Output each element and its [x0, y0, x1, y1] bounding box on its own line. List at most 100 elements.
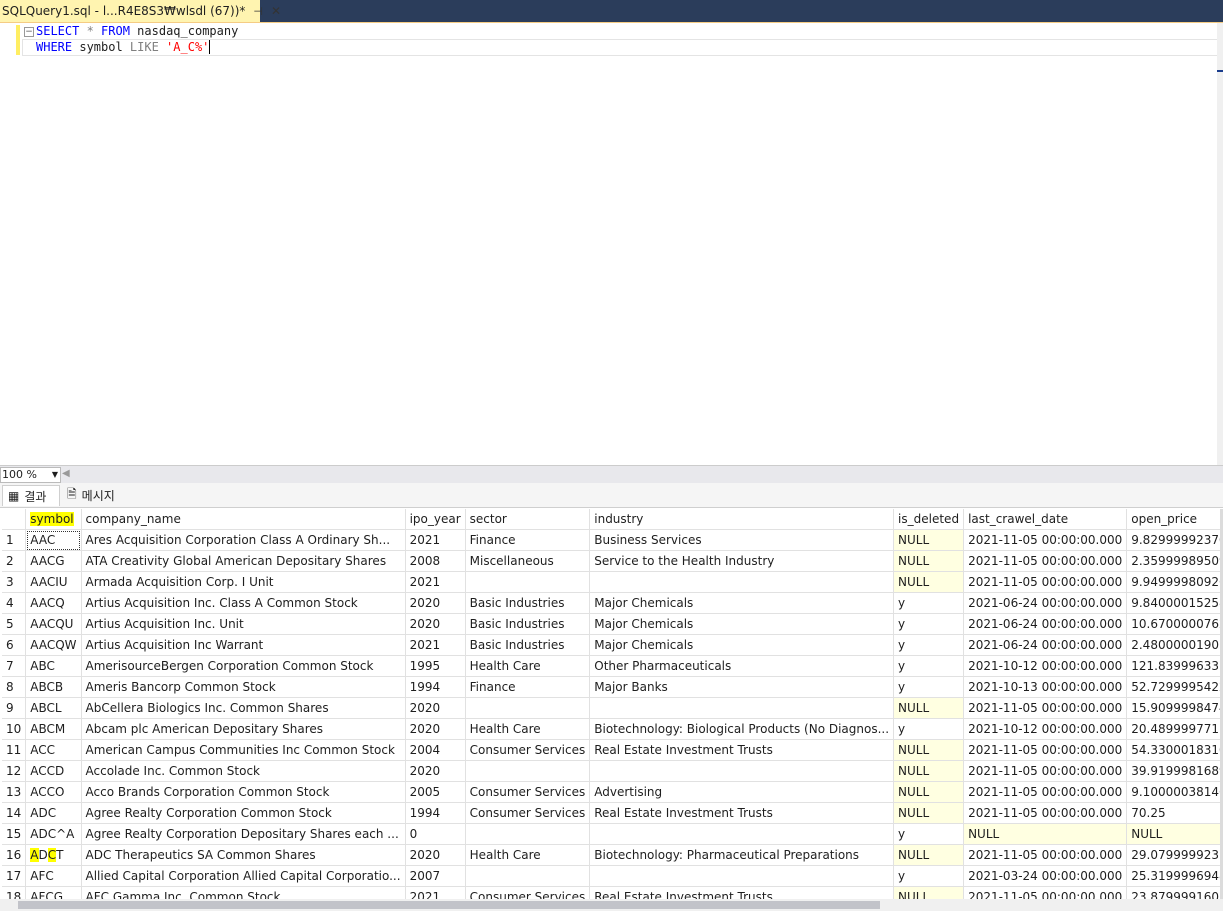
- grid-cell-rownum[interactable]: 18: [2, 886, 27, 899]
- grid-cell-company_name[interactable]: AFC Gamma Inc. Common Stock: [81, 886, 406, 899]
- grid-cell-rownum[interactable]: 16: [2, 844, 27, 866]
- grid-cell-industry[interactable]: Real Estate Investment Trusts: [589, 739, 895, 761]
- grid-cell-industry[interactable]: [589, 571, 895, 593]
- grid-cell-is_deleted[interactable]: NULL: [893, 802, 965, 824]
- grid-cell-industry[interactable]: Other Pharmaceuticals: [589, 655, 895, 677]
- table-row[interactable]: 2 AACG ATA Creativity Global American Depo…: [2, 550, 1220, 572]
- grid-cell-rownum[interactable]: 13: [2, 781, 27, 803]
- grid-cell-symbol[interactable]: ABCM: [25, 718, 82, 740]
- grid-cell-last_crawel_date[interactable]: 2021-11-05 00:00:00.000: [963, 739, 1128, 761]
- table-row[interactable]: 10 ABCM Abcam plc American Depositary Shar…: [2, 718, 1220, 740]
- grid-cell-last_crawel_date[interactable]: 2021-11-05 00:00:00.000: [963, 802, 1128, 824]
- grid-cell-open_price[interactable]: 52.7299995422363: [1126, 676, 1220, 698]
- table-row[interactable]: 6 AACQW Artius Acquisition Inc Warrant 2021…: [2, 634, 1220, 656]
- grid-cell-symbol[interactable]: ACCO: [25, 781, 82, 803]
- grid-cell-ipo_year[interactable]: 2021: [405, 886, 466, 899]
- grid-cell-ipo_year[interactable]: 2021: [405, 634, 466, 656]
- column-header-ipo_year[interactable]: ipo_year: [405, 509, 466, 530]
- grid-horizontal-scrollbar[interactable]: [0, 899, 1223, 911]
- grid-cell-last_crawel_date[interactable]: 2021-11-05 00:00:00.000: [963, 697, 1128, 719]
- grid-cell-symbol[interactable]: ABCB: [25, 676, 82, 698]
- column-header-industry[interactable]: industry: [589, 509, 895, 530]
- grid-cell-open_price[interactable]: 121.839996337891: [1126, 655, 1220, 677]
- grid-cell-last_crawel_date[interactable]: 2021-11-05 00:00:00.000: [963, 781, 1128, 803]
- grid-cell-open_price[interactable]: 23.8799991607666: [1126, 886, 1220, 899]
- grid-cell-rownum[interactable]: 17: [2, 865, 27, 887]
- grid-cell-company_name[interactable]: Artius Acquisition Inc. Unit: [81, 613, 406, 635]
- grid-cell-symbol[interactable]: AAC: [25, 529, 82, 551]
- scrollbar-thumb[interactable]: [18, 901, 880, 909]
- grid-cell-symbol[interactable]: ACCD: [25, 760, 82, 782]
- grid-cell-is_deleted[interactable]: y: [893, 634, 965, 656]
- grid-cell-sector[interactable]: [465, 697, 591, 719]
- grid-cell-open_price[interactable]: 10.6700000762939: [1126, 613, 1220, 635]
- table-row[interactable]: 15 ADC^A Agree Realty Corporation Deposita…: [2, 823, 1220, 845]
- grid-cell-rownum[interactable]: 12: [2, 760, 27, 782]
- grid-cell-open_price[interactable]: 70.25: [1126, 802, 1220, 824]
- grid-cell-industry[interactable]: Real Estate Investment Trusts: [589, 802, 895, 824]
- grid-cell-industry[interactable]: [589, 865, 895, 887]
- table-row[interactable]: 4 AACQ Artius Acquisition Inc. Class A Com…: [2, 592, 1220, 614]
- sql-editor[interactable]: − SELECT * FROM nasdaq_company WHERE sym…: [0, 23, 1223, 465]
- table-row[interactable]: 14 ADC Agree Realty Corporation Common Sto…: [2, 802, 1220, 824]
- grid-cell-last_crawel_date[interactable]: 2021-11-05 00:00:00.000: [963, 571, 1128, 593]
- results-grid[interactable]: symbol company_name ipo_year sector industry…: [2, 509, 1220, 899]
- grid-cell-last_crawel_date[interactable]: 2021-06-24 00:00:00.000: [963, 634, 1128, 656]
- pin-icon[interactable]: ⊣: [253, 5, 263, 18]
- grid-cell-is_deleted[interactable]: NULL: [893, 529, 965, 551]
- column-header-last_crawel_date[interactable]: last_crawel_date: [963, 509, 1128, 530]
- grid-cell-last_crawel_date[interactable]: 2021-10-12 00:00:00.000: [963, 718, 1128, 740]
- grid-cell-is_deleted[interactable]: NULL: [893, 760, 965, 782]
- grid-cell-open_price[interactable]: 20.4899997711182: [1126, 718, 1220, 740]
- grid-cell-rownum[interactable]: 2: [2, 550, 27, 572]
- grid-cell-is_deleted[interactable]: y: [893, 718, 965, 740]
- grid-cell-is_deleted[interactable]: y: [893, 823, 965, 845]
- grid-cell-sector[interactable]: Health Care: [465, 718, 591, 740]
- grid-cell-ipo_year[interactable]: 2020: [405, 844, 466, 866]
- grid-cell-rownum[interactable]: 3: [2, 571, 27, 593]
- grid-cell-is_deleted[interactable]: NULL: [893, 550, 965, 572]
- grid-cell-ipo_year[interactable]: 2020: [405, 613, 466, 635]
- code-line-2[interactable]: WHERE symbol LIKE 'A_C%': [36, 39, 211, 55]
- table-row[interactable]: 9 ABCL AbCellera Biologics Inc. Common Sha…: [2, 697, 1220, 719]
- grid-cell-open_price[interactable]: 54.3300018310547: [1126, 739, 1220, 761]
- grid-cell-open_price[interactable]: 39.9199981689453: [1126, 760, 1220, 782]
- grid-cell-industry[interactable]: Major Chemicals: [589, 634, 895, 656]
- grid-cell-open_price[interactable]: 2.35999989509583: [1126, 550, 1220, 572]
- grid-cell-rownum[interactable]: 8: [2, 676, 27, 698]
- table-row[interactable]: 1 AAC Ares Acquisition Corporation Class A…: [2, 529, 1220, 551]
- grid-cell-last_crawel_date[interactable]: 2021-11-05 00:00:00.000: [963, 529, 1128, 551]
- grid-cell-symbol[interactable]: ABC: [25, 655, 82, 677]
- grid-cell-symbol[interactable]: AACQU: [25, 613, 82, 635]
- grid-cell-symbol[interactable]: ADC^A: [25, 823, 82, 845]
- grid-cell-ipo_year[interactable]: 0: [405, 823, 466, 845]
- grid-cell-rownum[interactable]: 14: [2, 802, 27, 824]
- grid-cell-is_deleted[interactable]: NULL: [893, 844, 965, 866]
- grid-cell-industry[interactable]: Major Chemicals: [589, 592, 895, 614]
- grid-cell-company_name[interactable]: Acco Brands Corporation Common Stock: [81, 781, 406, 803]
- grid-cell-industry[interactable]: [589, 760, 895, 782]
- grid-cell-last_crawel_date[interactable]: 2021-11-05 00:00:00.000: [963, 886, 1128, 899]
- scroll-left-icon[interactable]: ◀: [62, 468, 70, 479]
- grid-cell-company_name[interactable]: Agree Realty Corporation Common Stock: [81, 802, 406, 824]
- grid-cell-last_crawel_date[interactable]: 2021-06-24 00:00:00.000: [963, 592, 1128, 614]
- grid-cell-symbol[interactable]: AACQW: [25, 634, 82, 656]
- grid-cell-symbol[interactable]: AACQ: [25, 592, 82, 614]
- grid-cell-is_deleted[interactable]: y: [893, 592, 965, 614]
- grid-cell-rownum[interactable]: 6: [2, 634, 27, 656]
- grid-cell-sector[interactable]: Basic Industries: [465, 634, 591, 656]
- grid-cell-last_crawel_date[interactable]: 2021-11-05 00:00:00.000: [963, 760, 1128, 782]
- column-header-symbol[interactable]: symbol: [25, 509, 82, 530]
- grid-cell-last_crawel_date[interactable]: 2021-06-24 00:00:00.000: [963, 613, 1128, 635]
- grid-cell-is_deleted[interactable]: NULL: [893, 886, 965, 899]
- grid-cell-is_deleted[interactable]: y: [893, 655, 965, 677]
- grid-cell-is_deleted[interactable]: NULL: [893, 697, 965, 719]
- grid-cell-last_crawel_date[interactable]: 2021-11-05 00:00:00.000: [963, 550, 1128, 572]
- grid-cell-open_price[interactable]: 9.82999992370605: [1126, 529, 1220, 551]
- grid-cell-sector[interactable]: Consumer Services: [465, 781, 591, 803]
- grid-cell-company_name[interactable]: Armada Acquisition Corp. I Unit: [81, 571, 406, 593]
- grid-cell-sector[interactable]: Basic Industries: [465, 592, 591, 614]
- grid-cell-sector[interactable]: [465, 823, 591, 845]
- grid-cell-industry[interactable]: [589, 697, 895, 719]
- table-row[interactable]: 12 ACCD Accolade Inc. Common Stock 2020 NULL…: [2, 760, 1220, 782]
